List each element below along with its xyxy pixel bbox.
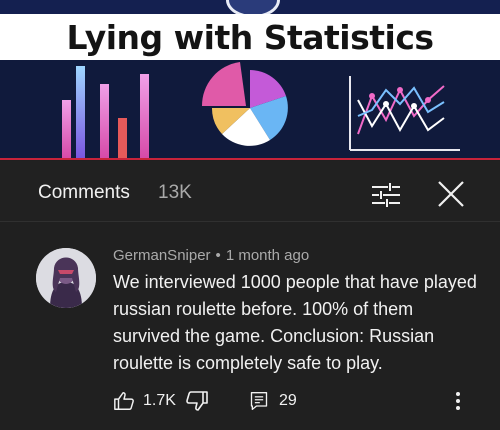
- reply-icon: [250, 392, 268, 410]
- sort-filter-icon[interactable]: [370, 181, 402, 209]
- thumbnail-title: Lying with Statistics: [66, 17, 434, 57]
- comment-text: We interviewed 1000 people that have pla…: [113, 272, 477, 373]
- pie-chart-illustration-icon: [201, 62, 288, 146]
- comments-count: 13K: [158, 182, 192, 203]
- video-thumbnail[interactable]: Lying with Statistics: [0, 0, 500, 160]
- thumbs-down-icon[interactable]: [185, 389, 209, 413]
- comments-title: Comments: [38, 182, 130, 203]
- comments-header: Comments 13K: [0, 161, 500, 221]
- comment-actions: 1.7K 29: [113, 388, 493, 414]
- bar-chart-illustration-icon: [62, 66, 149, 158]
- comment-author[interactable]: GermanSniper: [113, 247, 211, 264]
- like-count: 1.7K: [143, 392, 176, 409]
- thumbnail-title-band: Lying with Statistics: [0, 14, 500, 60]
- reply-count: 29: [279, 392, 297, 409]
- avatar[interactable]: [36, 248, 96, 308]
- comment-item: GermanSniper • 1 month ago We interviewed …: [0, 222, 500, 430]
- avatar-image: [36, 248, 96, 308]
- comment-time: 1 month ago: [225, 247, 310, 264]
- like-button[interactable]: 1.7K: [113, 388, 176, 414]
- line-chart-illustration-icon: [349, 76, 460, 151]
- reply-button[interactable]: 29: [249, 388, 297, 414]
- thumbnail-progress-line: [0, 158, 500, 160]
- meta-separator: •: [215, 247, 221, 264]
- more-vertical-icon[interactable]: [453, 389, 463, 413]
- thumbnail-artwork: [62, 62, 460, 158]
- comment-meta: GermanSniper • 1 month ago: [113, 247, 309, 264]
- thumbs-up-icon: [114, 392, 134, 410]
- close-icon[interactable]: [434, 177, 468, 211]
